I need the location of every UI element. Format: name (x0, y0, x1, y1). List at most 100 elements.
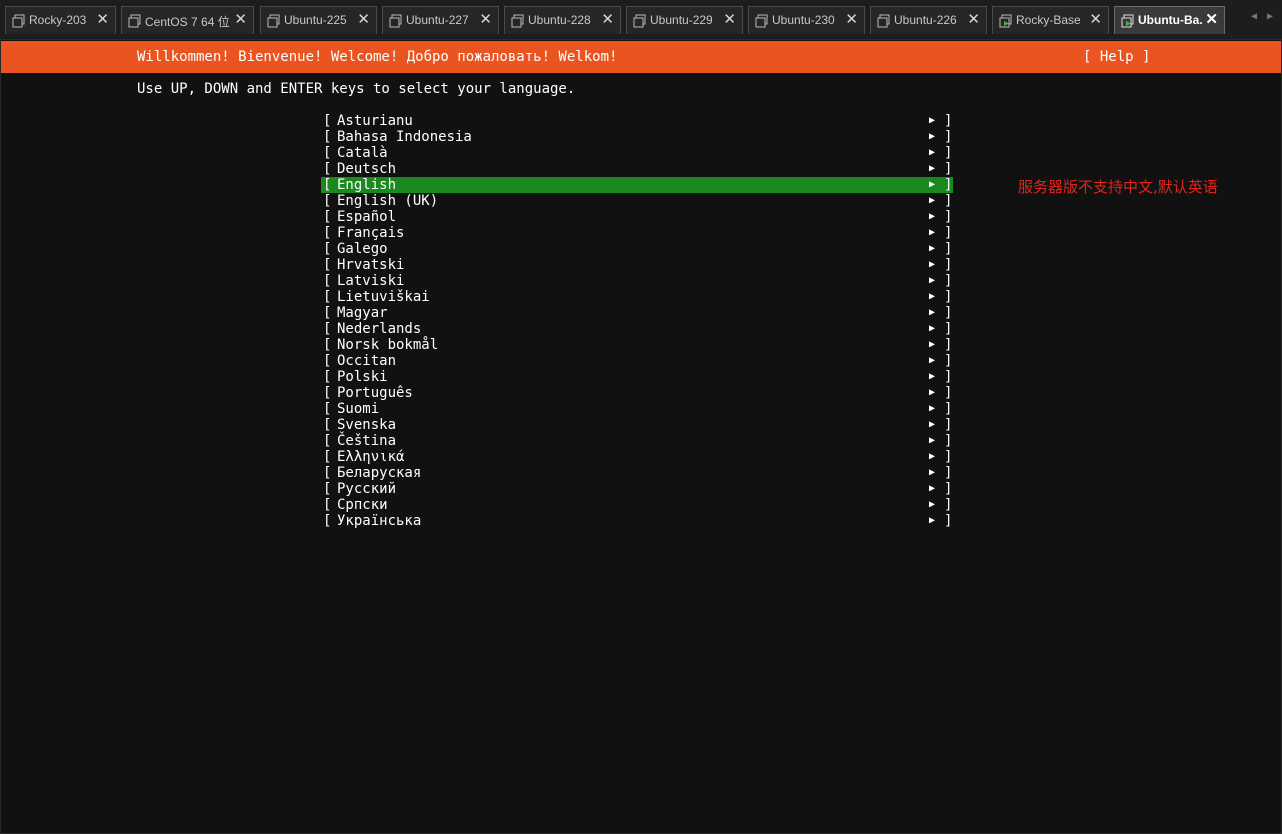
language-name: Српски (337, 497, 388, 513)
submenu-arrow-icon: ▶ (929, 515, 936, 526)
submenu-arrow-icon: ▶ (929, 403, 936, 414)
language-option[interactable]: [Русский ▶] (321, 481, 953, 497)
language-option[interactable]: [Lietuviškai ▶] (321, 289, 953, 305)
tab-label: Ubuntu-225 (284, 13, 347, 27)
language-option[interactable]: [Magyar ▶] (321, 305, 953, 321)
language-name: Беларуская (337, 465, 422, 481)
welcome-title: Willkommen! Bienvenue! Welcome! Добро по… (137, 49, 618, 65)
language-list: [Asturianu ▶] [Bahasa Indonesia ▶] [Català ▶]… (321, 113, 953, 529)
language-option[interactable]: [Hrvatski ▶] (321, 257, 953, 273)
close-icon[interactable]: ✕ (357, 12, 370, 28)
close-icon[interactable]: ✕ (479, 12, 492, 28)
language-option[interactable]: [Nederlands ▶] (321, 321, 953, 337)
tab-centos-7[interactable]: CentOS 7 64 位 ✕ (121, 6, 254, 34)
language-option[interactable]: [Suomi ▶] (321, 401, 953, 417)
language-option[interactable]: [Српски ▶] (321, 497, 953, 513)
language-name: Lietuviškai (337, 289, 430, 305)
right-bracket: ] (944, 289, 953, 305)
close-icon[interactable]: ✕ (967, 12, 980, 28)
tab-ubuntu-227[interactable]: Ubuntu-227 ✕ (382, 6, 499, 34)
language-name: Ελληνικά (337, 449, 405, 465)
language-option[interactable]: [Asturianu ▶] (321, 113, 953, 129)
tab-label: Rocky-Base (1016, 13, 1081, 27)
right-bracket: ] (944, 497, 953, 513)
tab-rocky-203[interactable]: Rocky-203 ✕ (5, 6, 116, 34)
language-option[interactable]: [Occitan ▶] (321, 353, 953, 369)
left-bracket: [ (323, 449, 332, 465)
language-option[interactable]: [Galego ▶] (321, 241, 953, 257)
right-bracket: ] (944, 353, 953, 369)
language-name: Hrvatski (337, 257, 405, 273)
language-option[interactable]: [Беларуская ▶] (321, 465, 953, 481)
submenu-arrow-icon: ▶ (929, 499, 936, 510)
tab-ubuntu-226[interactable]: Ubuntu-226 ✕ (870, 6, 987, 34)
tab-ubuntu-228[interactable]: Ubuntu-228 ✕ (504, 6, 621, 34)
left-bracket: [ (323, 113, 332, 129)
close-icon[interactable]: ✕ (601, 12, 614, 28)
right-bracket: ] (944, 369, 953, 385)
vm-icon (389, 14, 402, 28)
right-bracket: ] (944, 417, 953, 433)
language-option[interactable]: [Español ▶] (321, 209, 953, 225)
tab-scroll-left-icon[interactable]: ◀ (1251, 11, 1257, 22)
language-option[interactable]: [Català ▶] (321, 145, 953, 161)
left-bracket: [ (323, 401, 332, 417)
language-option[interactable]: [Čeština ▶] (321, 433, 953, 449)
tab-scroll-right-icon[interactable]: ▶ (1267, 11, 1273, 22)
vm-icon (511, 14, 524, 28)
tab-label: Ubuntu-227 (406, 13, 469, 27)
language-name: Русский (337, 481, 397, 497)
right-bracket: ] (944, 257, 953, 273)
language-option[interactable]: [Deutsch ▶] (321, 161, 953, 177)
window-frame-left (0, 40, 1, 834)
language-name: English (UK) (337, 193, 439, 209)
language-option[interactable]: [English ▶] (321, 177, 953, 193)
tab-rocky-base[interactable]: Rocky-Base ✕ (992, 6, 1109, 34)
left-bracket: [ (323, 241, 332, 257)
language-option[interactable]: [Português ▶] (321, 385, 953, 401)
right-bracket: ] (944, 401, 953, 417)
language-option[interactable]: [Bahasa Indonesia ▶] (321, 129, 953, 145)
tab-label: Ubuntu-230 (772, 13, 835, 27)
language-option[interactable]: [Svenska ▶] (321, 417, 953, 433)
close-icon[interactable]: ✕ (1205, 12, 1218, 28)
left-bracket: [ (323, 225, 332, 241)
language-name: Deutsch (337, 161, 397, 177)
left-bracket: [ (323, 161, 332, 177)
right-bracket: ] (944, 113, 953, 129)
right-bracket: ] (944, 465, 953, 481)
close-icon[interactable]: ✕ (723, 12, 736, 28)
tab-ubuntu-base[interactable]: Ubuntu-Ba... ✕ (1114, 6, 1225, 34)
submenu-arrow-icon: ▶ (929, 339, 936, 350)
language-option[interactable]: [Українська ▶] (321, 513, 953, 529)
language-option[interactable]: [English (UK) ▶] (321, 193, 953, 209)
close-icon[interactable]: ✕ (845, 12, 858, 28)
vm-tab-bar: Rocky-203 ✕ CentOS 7 64 位 ✕ Ubuntu-225 ✕… (0, 0, 1282, 40)
close-icon[interactable]: ✕ (1089, 12, 1102, 28)
submenu-arrow-icon: ▶ (929, 323, 936, 334)
language-name: Asturianu (337, 113, 413, 129)
vm-running-icon (1121, 14, 1134, 28)
language-option[interactable]: [Polski ▶] (321, 369, 953, 385)
tab-ubuntu-229[interactable]: Ubuntu-229 ✕ (626, 6, 743, 34)
close-icon[interactable]: ✕ (234, 12, 247, 28)
left-bracket: [ (323, 465, 332, 481)
language-option[interactable]: [Norsk bokmål ▶] (321, 337, 953, 353)
close-icon[interactable]: ✕ (96, 12, 109, 28)
tab-ubuntu-225[interactable]: Ubuntu-225 ✕ (260, 6, 377, 34)
tab-ubuntu-230[interactable]: Ubuntu-230 ✕ (748, 6, 865, 34)
language-option[interactable]: [Français ▶] (321, 225, 953, 241)
tab-label: Ubuntu-226 (894, 13, 957, 27)
submenu-arrow-icon: ▶ (929, 243, 936, 254)
language-option[interactable]: [Latviski ▶] (321, 273, 953, 289)
instructions-text: Use UP, DOWN and ENTER keys to select yo… (137, 81, 576, 97)
help-button[interactable]: [ Help ] (1083, 49, 1150, 65)
language-option[interactable]: [Ελληνικά ▶] (321, 449, 953, 465)
language-name: Magyar (337, 305, 388, 321)
language-name: Català (337, 145, 388, 161)
submenu-arrow-icon: ▶ (929, 227, 936, 238)
language-name: Português (337, 385, 413, 401)
tab-label: Ubuntu-229 (650, 13, 713, 27)
language-name: Español (337, 209, 397, 225)
language-name: Svenska (337, 417, 397, 433)
